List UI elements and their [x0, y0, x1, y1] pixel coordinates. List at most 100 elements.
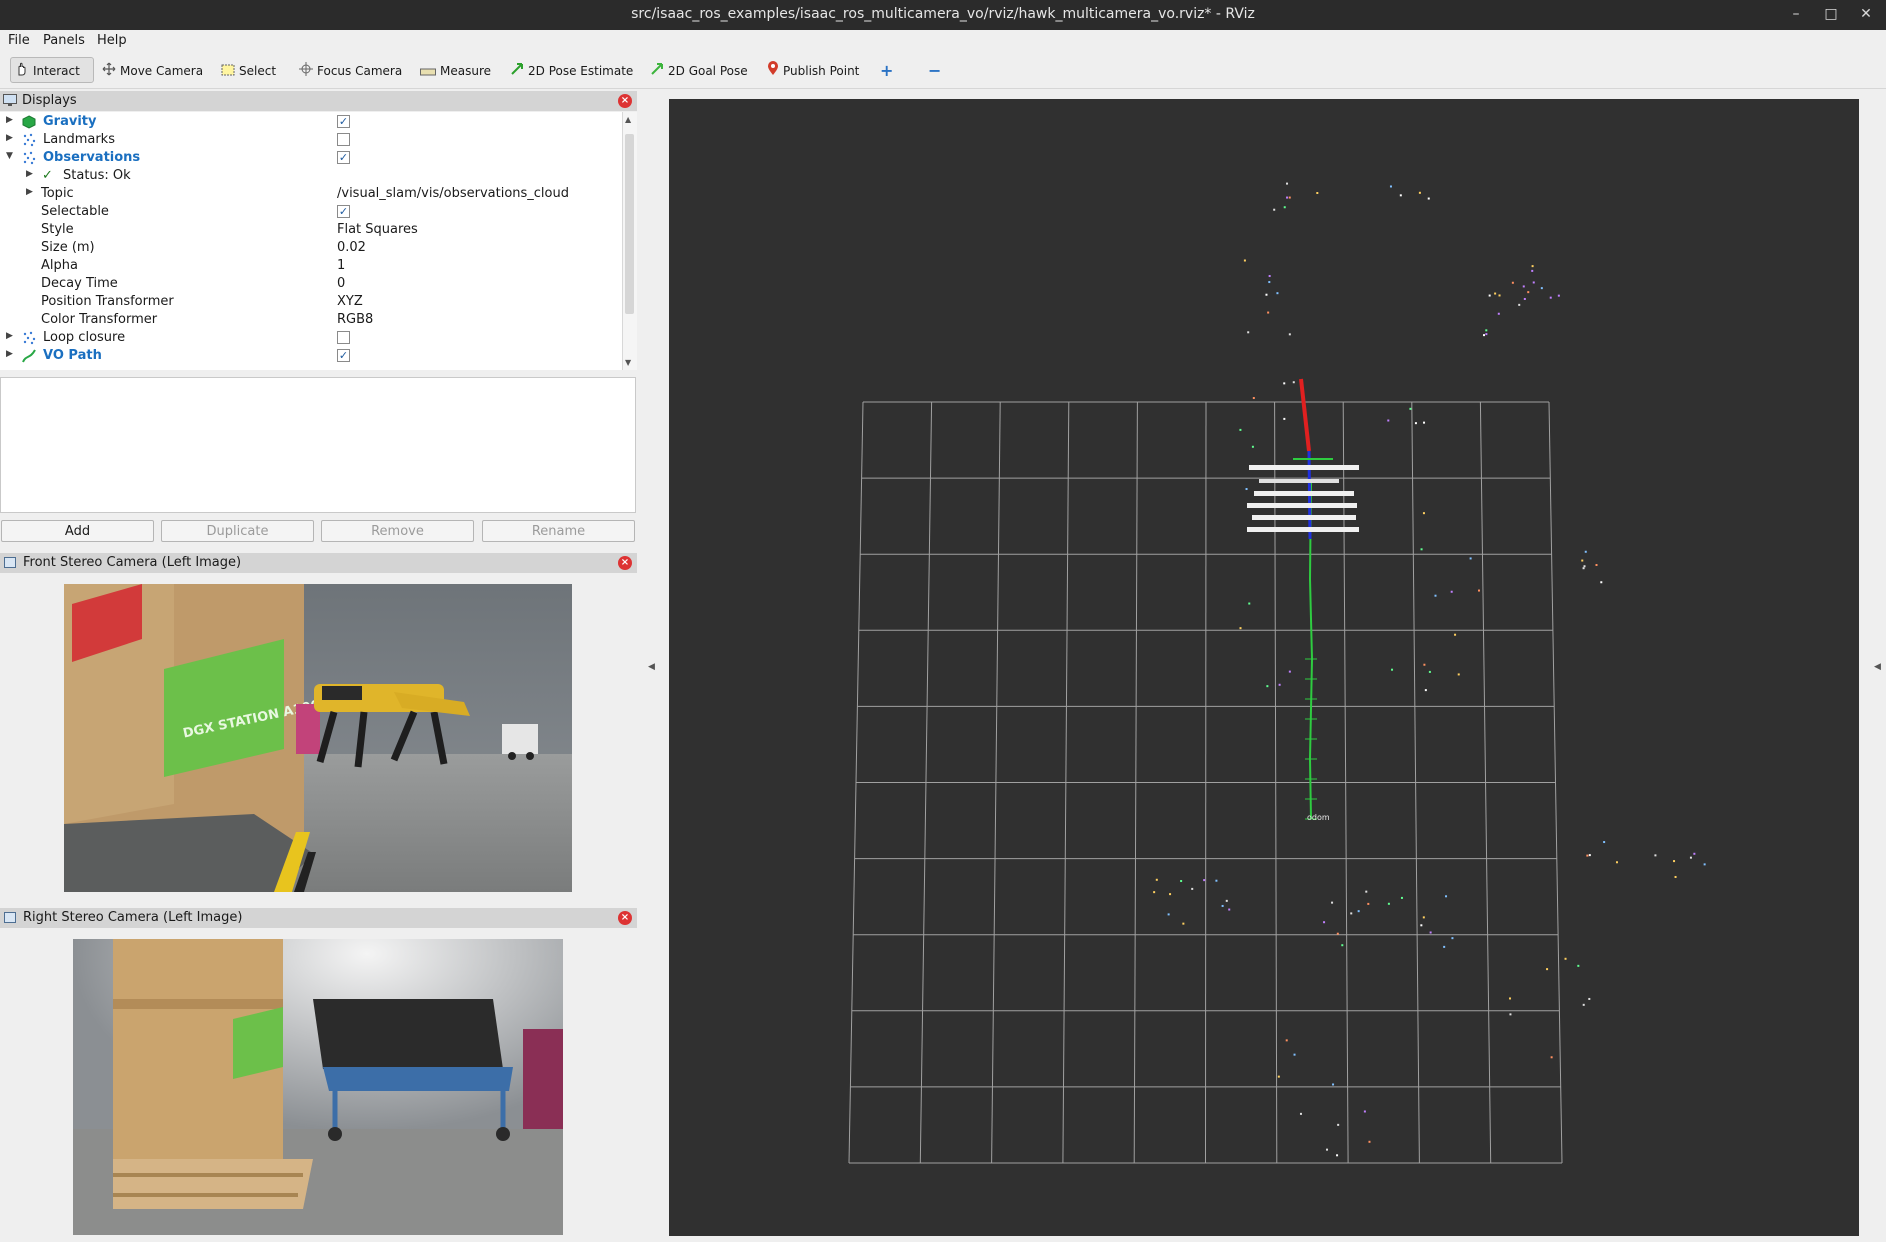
- expand-arrow-icon[interactable]: ▶: [26, 187, 33, 197]
- viewport-canvas[interactable]: odom: [669, 99, 1859, 1236]
- property-selectable[interactable]: Selectable ✓: [0, 203, 622, 221]
- add-tool-icon[interactable]: +: [880, 60, 893, 82]
- displays-scrollbar[interactable]: ▲ ▼: [622, 112, 637, 370]
- observation-point: [1703, 863, 1706, 866]
- display-gravity[interactable]: ▶ Gravity ✓: [0, 113, 622, 131]
- goal-pose-tool[interactable]: 2D Goal Pose: [650, 60, 748, 82]
- display-loop-closure[interactable]: ▶ Loop closure: [0, 329, 622, 347]
- expand-arrow-icon[interactable]: ▶: [26, 169, 33, 179]
- observation-point: [1689, 856, 1692, 859]
- pose-estimate-label: 2D Pose Estimate: [528, 64, 634, 78]
- expand-arrow-icon[interactable]: ▶: [6, 133, 13, 143]
- duplicate-button[interactable]: Duplicate: [161, 520, 314, 542]
- remove-button[interactable]: Remove: [321, 520, 474, 542]
- observation-point: [1494, 292, 1497, 295]
- close-window-button[interactable]: ✕: [1854, 3, 1878, 25]
- expand-arrow-icon[interactable]: ▶: [6, 331, 13, 341]
- focus-camera-tool[interactable]: Focus Camera: [299, 60, 402, 82]
- property-value[interactable]: /visual_slam/vis/observations_cloud: [337, 186, 569, 201]
- observation-point: [1288, 333, 1291, 336]
- property-position-transformer[interactable]: Position Transformer XYZ: [0, 293, 622, 311]
- display-vo-path[interactable]: ▶ VO Path ✓: [0, 347, 622, 365]
- display-name: VO Path: [43, 348, 102, 363]
- property-decay-time[interactable]: Decay Time 0: [0, 275, 622, 293]
- property-status[interactable]: ▶ ✓ Status: Ok: [0, 167, 622, 185]
- observation-point: [1283, 206, 1286, 209]
- close-right-camera-icon[interactable]: ×: [618, 911, 632, 925]
- property-value[interactable]: Flat Squares: [337, 222, 418, 237]
- front-camera-image: DGX STATION A100: [64, 584, 572, 892]
- measure-tool[interactable]: Measure: [420, 60, 491, 82]
- observation-point: [1387, 419, 1390, 422]
- observation-point: [1391, 668, 1394, 671]
- observation-point: [1268, 281, 1271, 284]
- measure-label: Measure: [440, 64, 491, 78]
- collapse-arrow-icon[interactable]: ▼: [6, 151, 13, 161]
- observation-point: [1409, 407, 1412, 410]
- add-button[interactable]: Add: [1, 520, 154, 542]
- select-box-icon: [221, 61, 235, 83]
- collapse-left-arrow-icon[interactable]: ◀: [648, 662, 655, 672]
- property-alpha[interactable]: Alpha 1: [0, 257, 622, 275]
- collapse-right-arrow-icon[interactable]: ◀: [1874, 662, 1881, 672]
- 3d-viewport[interactable]: odom: [669, 99, 1859, 1236]
- enable-checkbox[interactable]: [337, 133, 350, 146]
- selectable-checkbox[interactable]: ✓: [337, 205, 350, 218]
- observation-point: [1581, 559, 1584, 562]
- observation-point: [1454, 633, 1457, 636]
- property-value[interactable]: 0: [337, 276, 345, 291]
- path-icon: [22, 349, 36, 367]
- observation-points: [1153, 182, 1706, 1157]
- observation-point: [1451, 937, 1454, 940]
- enable-checkbox[interactable]: ✓: [337, 151, 350, 164]
- property-value[interactable]: 0.02: [337, 240, 366, 255]
- front-camera-title: Front Stereo Camera (Left Image): [23, 555, 242, 570]
- property-value[interactable]: XYZ: [337, 294, 363, 309]
- scroll-down-icon[interactable]: ▼: [625, 358, 631, 367]
- hand-cursor-icon: [15, 59, 29, 85]
- green-goal-arrow-icon: [650, 61, 664, 83]
- scroll-thumb[interactable]: [625, 134, 634, 314]
- property-color-transformer[interactable]: Color Transformer RGB8: [0, 311, 622, 329]
- observation-point: [1483, 334, 1486, 337]
- expand-arrow-icon[interactable]: ▶: [6, 115, 13, 125]
- observation-point: [1549, 296, 1552, 299]
- observation-point: [1368, 1140, 1371, 1143]
- observation-point: [1191, 887, 1194, 890]
- property-value[interactable]: RGB8: [337, 312, 373, 327]
- close-front-camera-icon[interactable]: ×: [618, 556, 632, 570]
- enable-checkbox[interactable]: [337, 331, 350, 344]
- close-displays-icon[interactable]: ×: [618, 94, 632, 108]
- property-name: Selectable: [41, 204, 109, 219]
- display-landmarks[interactable]: ▶ Landmarks: [0, 131, 622, 149]
- observation-point: [1239, 428, 1242, 431]
- menu-panels[interactable]: Panels: [43, 33, 85, 48]
- move-camera-tool[interactable]: Move Camera: [102, 60, 203, 82]
- observation-point: [1221, 904, 1224, 907]
- menu-file[interactable]: File: [8, 33, 30, 48]
- observation-point: [1522, 285, 1525, 288]
- property-style[interactable]: Style Flat Squares: [0, 221, 622, 239]
- select-tool[interactable]: Select: [221, 60, 276, 82]
- pose-estimate-tool[interactable]: 2D Pose Estimate: [510, 60, 633, 82]
- rename-button[interactable]: Rename: [482, 520, 635, 542]
- expand-arrow-icon[interactable]: ▶: [6, 349, 13, 359]
- remove-tool-icon[interactable]: −: [928, 60, 941, 82]
- observation-point: [1350, 912, 1353, 915]
- menu-help[interactable]: Help: [97, 33, 127, 48]
- maximize-button[interactable]: □: [1819, 3, 1843, 25]
- toolbar: Interact Move Camera Select Focus Camera…: [0, 52, 1886, 89]
- enable-checkbox[interactable]: ✓: [337, 115, 350, 128]
- property-topic[interactable]: ▶ Topic /visual_slam/vis/observations_cl…: [0, 185, 622, 203]
- display-observations[interactable]: ▼ Observations ✓: [0, 149, 622, 167]
- minimize-button[interactable]: –: [1784, 3, 1808, 25]
- publish-point-tool[interactable]: Publish Point: [767, 60, 859, 82]
- property-size[interactable]: Size (m) 0.02: [0, 239, 622, 257]
- observation-point: [1654, 854, 1657, 857]
- property-value[interactable]: 1: [337, 258, 345, 273]
- observation-point: [1485, 333, 1488, 336]
- observation-point: [1443, 945, 1446, 948]
- enable-checkbox[interactable]: ✓: [337, 349, 350, 362]
- scroll-up-icon[interactable]: ▲: [625, 115, 631, 124]
- interact-tool[interactable]: Interact: [10, 57, 94, 83]
